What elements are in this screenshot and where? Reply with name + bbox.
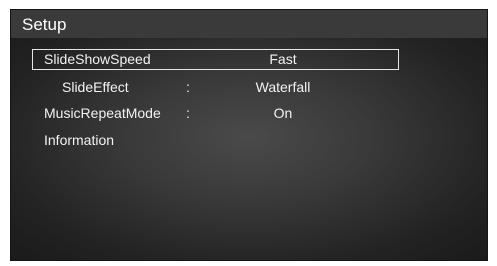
menu-item-label: SlideEffect	[62, 79, 129, 95]
menu-item-information[interactable]: Information	[32, 130, 399, 151]
menu-item-music-repeat-mode[interactable]: MusicRepeatMode : On	[32, 103, 399, 124]
menu-item-label: SlideShowSpeed	[44, 51, 151, 67]
menu-item-label: MusicRepeatMode	[44, 105, 161, 121]
menu-item-slide-effect[interactable]: SlideEffect : Waterfall	[32, 77, 399, 98]
menu-item-separator: :	[186, 79, 190, 95]
menu-item-slideshow-speed[interactable]: SlideShowSpeed Fast	[32, 49, 399, 70]
settings-panel: SlideShowSpeed Fast SlideEffect : Waterf…	[11, 38, 487, 260]
menu-item-separator: :	[186, 105, 190, 121]
header-bar: Setup	[11, 10, 487, 38]
menu-item-value: Fast	[269, 51, 297, 67]
setup-screen: Setup SlideShowSpeed Fast SlideEffect : …	[10, 9, 488, 261]
menu-item-label: Information	[44, 132, 115, 148]
menu-item-value: Waterfall	[255, 79, 311, 95]
page-title: Setup	[22, 15, 67, 34]
menu-item-value: On	[273, 105, 293, 121]
